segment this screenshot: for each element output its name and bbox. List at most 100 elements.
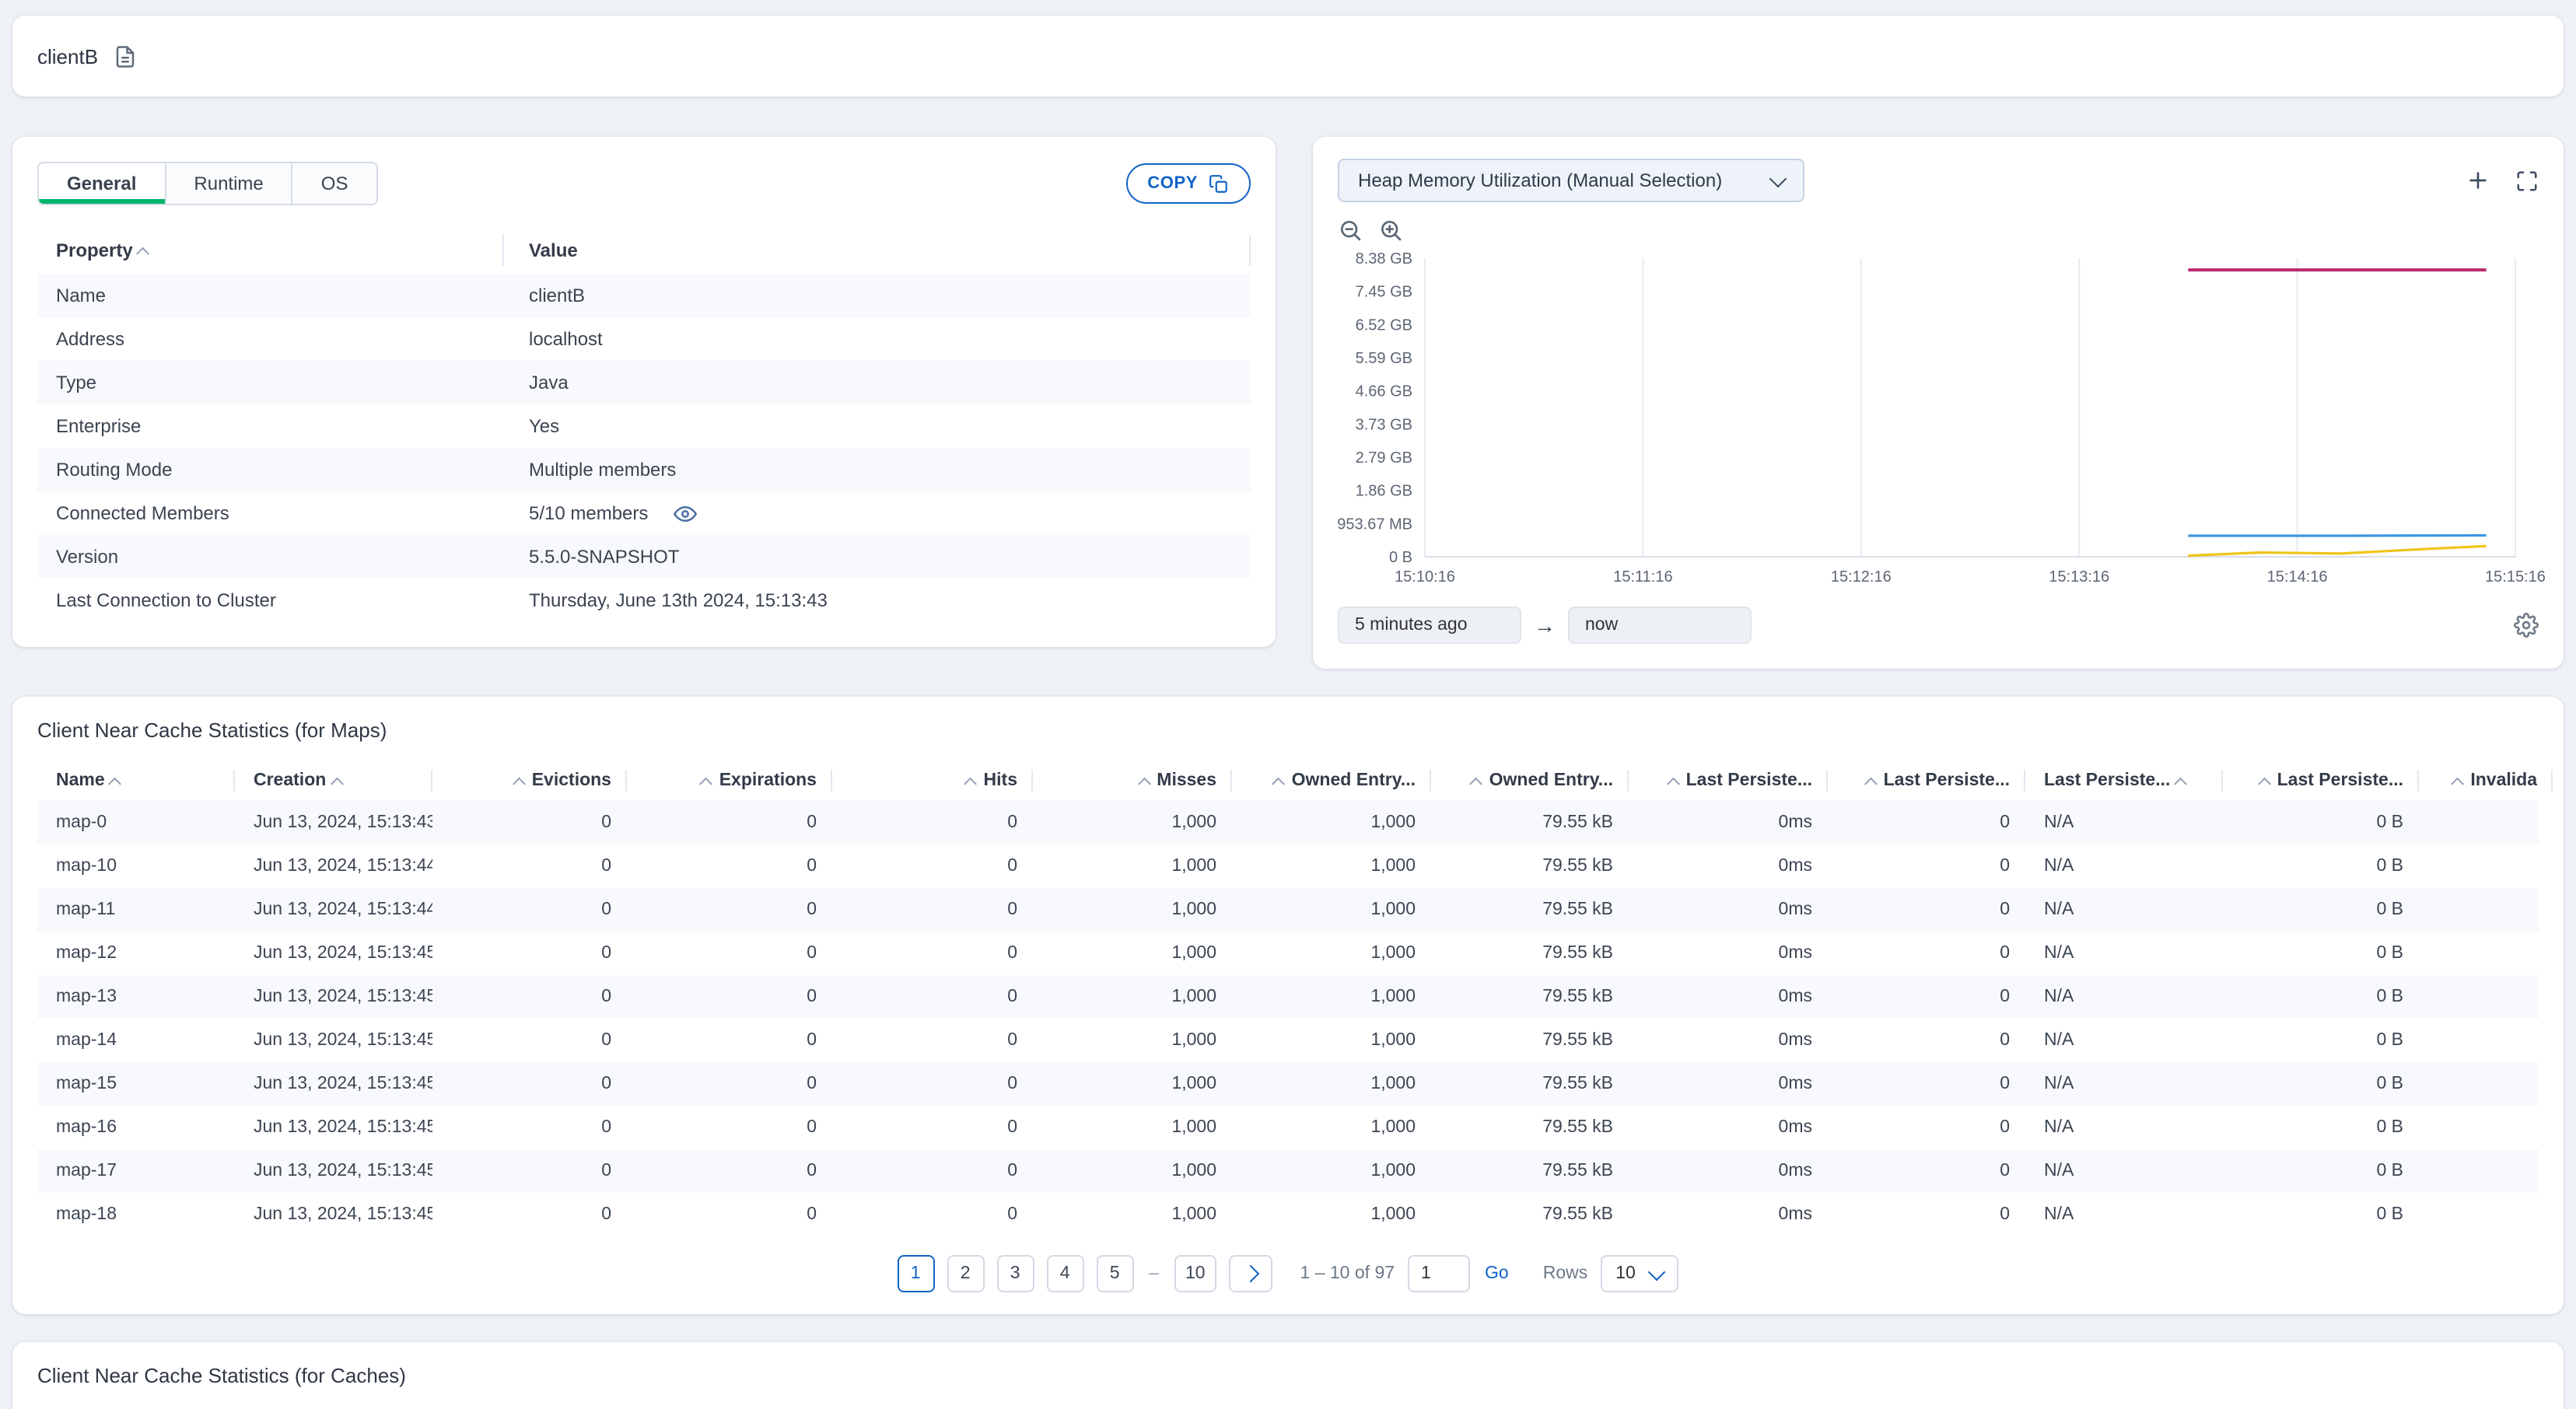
time-to-input[interactable] [1568,607,1752,644]
page-button[interactable]: 3 [996,1255,1034,1292]
table-cell [2419,1019,2553,1062]
copy-icon [1209,173,1229,194]
property-column-header[interactable]: Property [37,227,504,274]
table-cell: N/A [2044,1031,2074,1050]
table-cell [2419,975,2553,1019]
stats-header-row: Name Creation Evictions Expirations Hits Miss… [37,760,2553,801]
page-button[interactable]: 2 [947,1255,985,1292]
rows-per-page-select[interactable]: 10 [1600,1255,1679,1292]
column-header[interactable]: Last Persiste... [2025,760,2223,801]
table-cell: Jun 13, 2024, 15:13:43 [254,813,432,832]
copy-button[interactable]: COPY [1125,163,1251,204]
tab-os[interactable]: OS [293,163,376,204]
page-button[interactable]: 5 [1096,1255,1134,1292]
table-cell: Jun 13, 2024, 15:13:45 [254,988,432,1006]
metric-select[interactable]: Heap Memory Utilization (Manual Selectio… [1338,159,1804,202]
column-header[interactable]: Last Persiste... [2025,1406,2223,1409]
last-page-button[interactable]: 10 [1174,1255,1216,1292]
column-header[interactable]: Last Persiste... [2223,760,2419,801]
zoom-out-icon[interactable] [1338,218,1363,243]
column-header[interactable]: Last Persiste... [2223,1406,2419,1409]
column-header[interactable]: Owned Entry... [1232,1406,1431,1409]
caches-section-title: Client Near Cache Statistics (for Caches… [37,1364,406,1387]
column-header[interactable]: Misses [1033,1406,1232,1409]
page-title: clientB [37,44,99,68]
table-cell: 0 [2000,1162,2010,1180]
page-button[interactable]: 4 [1046,1255,1084,1292]
column-header[interactable]: Expirations [627,1406,832,1409]
add-chart-icon[interactable] [2466,168,2490,193]
property-row: Version 5.5.0-SNAPSHOT [37,535,1251,579]
table-cell: 0 [2000,813,2010,832]
chevron-down-icon [1648,1262,1667,1281]
tab-general[interactable]: General [39,163,166,204]
table-cell [2419,888,2553,932]
column-header[interactable]: Evictions [432,760,627,801]
table-row: map-11 Jun 13, 2024, 15:13:44 0 0 0 1,000 1,00… [37,888,2539,932]
zoom-in-icon[interactable] [1378,218,1403,243]
table-cell: Jun 13, 2024, 15:13:45 [254,1205,432,1224]
heap-chart-svg: 15:10:16 15:11:16 15:12:16 15:13:16 15:14:16… [1337,250,2546,586]
table-cell: 1,000 [1171,857,1216,876]
table-cell: map-11 [56,900,116,919]
table-cell: 1,000 [1370,944,1416,963]
tab-runtime[interactable]: Runtime [166,163,293,204]
column-header[interactable]: Creation [235,760,432,801]
caches-stats-panel: Client Near Cache Statistics (for Caches… [12,1342,2564,1409]
table-cell: N/A [2044,1075,2074,1093]
go-button[interactable]: Go [1485,1264,1509,1283]
column-header[interactable]: Hits [832,1406,1033,1409]
table-cell [2419,844,2553,888]
top-panels-row: General Runtime OS COPY Property Value N… [12,137,2564,669]
next-page-button[interactable] [1228,1255,1272,1292]
column-header[interactable]: Invalida [2419,1406,2553,1409]
column-header[interactable]: Invalida [2419,760,2553,801]
column-header[interactable]: Last Persiste... [1828,1406,2025,1409]
column-header-label: Expirations [719,771,817,790]
column-header[interactable]: Last Persiste... [1828,760,2025,801]
table-cell: 0ms [1778,1118,1812,1137]
table-cell: 0ms [1778,857,1812,876]
page-button[interactable]: 1 [897,1255,935,1292]
table-cell: map-13 [56,988,117,1006]
column-header[interactable]: Hits [832,760,1033,801]
column-header[interactable]: Evictions [432,1406,627,1409]
eye-icon[interactable] [673,502,697,525]
column-header[interactable]: Expirations [627,760,832,801]
column-header[interactable]: Name [37,1406,235,1409]
column-header-label: Last Persiste... [1685,771,1812,790]
fullscreen-icon[interactable] [2515,169,2539,192]
table-cell: Jun 13, 2024, 15:13:45 [254,1075,432,1093]
column-header[interactable]: Creation [235,1406,432,1409]
column-header[interactable]: Owned Entry... [1431,760,1629,801]
column-header[interactable]: Misses [1033,760,1232,801]
property-row: Type Java [37,361,1251,404]
column-header[interactable]: Last Persiste... [1629,760,1828,801]
table-cell: Jun 13, 2024, 15:13:45 [254,1162,432,1180]
column-header[interactable]: Owned Entry... [1431,1406,1629,1409]
property-value: clientB [529,285,586,306]
table-cell: map-16 [56,1118,117,1137]
table-row: map-14 Jun 13, 2024, 15:13:45 0 0 0 1,000 1,00… [37,1019,2539,1062]
table-cell: map-14 [56,1031,117,1050]
table-cell: N/A [2044,1162,2074,1180]
sort-caret-icon [138,245,152,256]
property-row: Name clientB [37,274,1251,317]
column-header[interactable]: Owned Entry... [1232,760,1431,801]
sort-caret-icon [1273,775,1287,786]
sort-caret-icon [1668,775,1682,786]
property-name: Address [56,328,125,350]
table-row: map-18 Jun 13, 2024, 15:13:45 0 0 0 1,000 1,00… [37,1193,2539,1236]
column-header-label: Creation [254,771,327,790]
column-header[interactable]: Last Persiste... [1629,1406,1828,1409]
chart-zoom-controls [1338,218,2539,243]
time-from-input[interactable] [1338,607,1521,644]
property-table: Property Value Name clientB Address localho… [37,227,1251,622]
column-header[interactable]: Name [37,760,235,801]
page-number-input[interactable] [1407,1255,1470,1292]
settings-gear-icon[interactable] [2514,613,2539,638]
table-cell: 0 [601,857,611,876]
property-value: Multiple members [529,459,677,481]
document-icon[interactable] [114,44,137,68]
value-column-label: Value [529,239,578,261]
